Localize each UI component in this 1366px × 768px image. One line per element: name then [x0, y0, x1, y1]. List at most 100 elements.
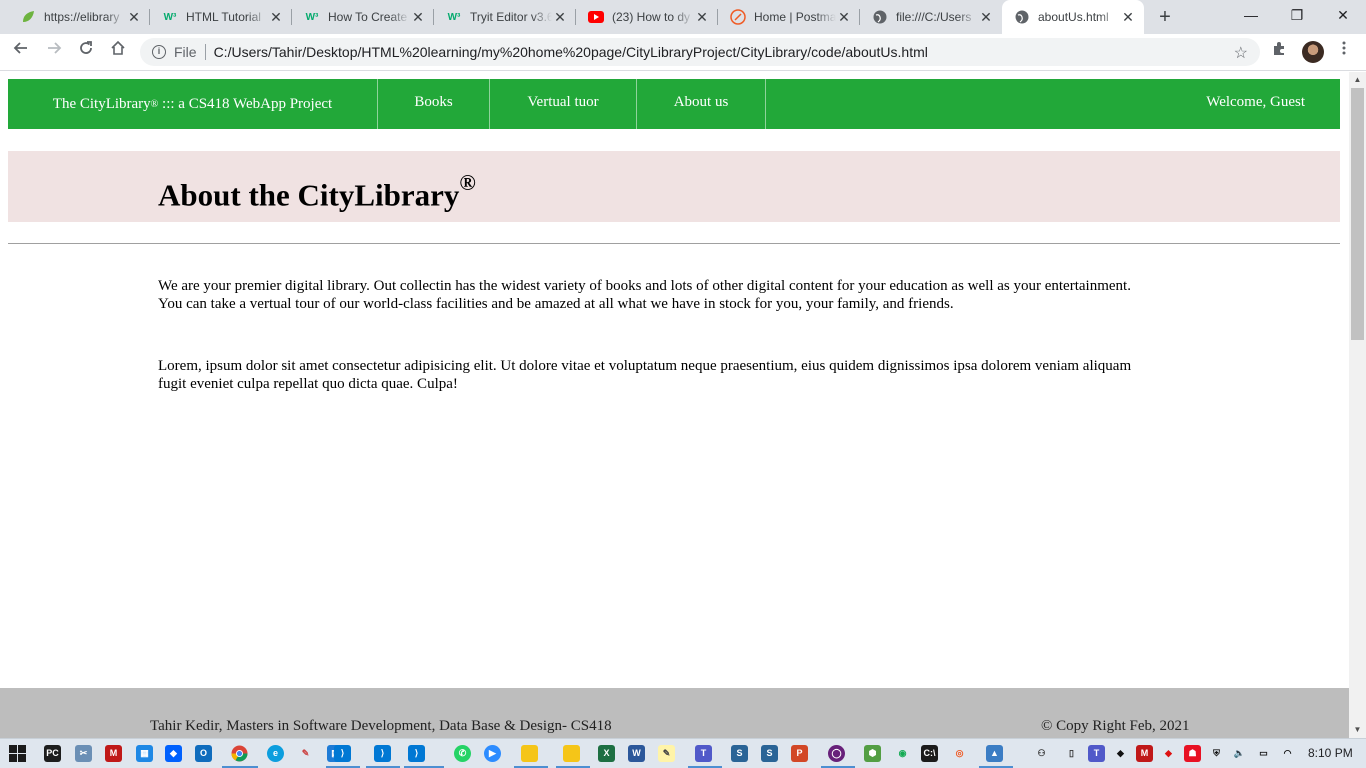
ssms-icon[interactable]: S [761, 745, 778, 762]
folder-icon[interactable] [563, 745, 580, 762]
teams-icon[interactable]: T [695, 745, 712, 762]
diamond-tray-icon[interactable]: ◆ [1160, 745, 1177, 762]
divider [8, 243, 1340, 244]
folder-icon[interactable] [521, 745, 538, 762]
close-tab-icon[interactable]: ✕ [268, 9, 284, 25]
site-brand[interactable]: The CityLibrary ® ::: a CS418 WebApp Proj… [8, 79, 378, 129]
browser-tab-strip: https://elibrary ✕ W³ HTML Tutorial ✕ W³… [0, 0, 1366, 34]
ssms-icon[interactable]: S [731, 745, 748, 762]
file-icon[interactable]: ▯ [1063, 745, 1080, 762]
page-scrollbar[interactable]: ▲ ▼ [1349, 72, 1366, 738]
wifi-icon[interactable]: ◠ [1279, 745, 1296, 762]
dropbox-icon[interactable]: ◆ [165, 745, 182, 762]
powerpoint-icon[interactable]: P [791, 745, 808, 762]
chrome-icon[interactable] [231, 745, 248, 762]
people-icon[interactable]: ⚇ [1033, 745, 1050, 762]
browser-tab[interactable]: W³ How To Create ✕ [292, 0, 434, 34]
w3schools-icon: W³ [305, 11, 319, 23]
extensions-icon[interactable] [1267, 40, 1291, 64]
restore-button[interactable]: ❐ [1274, 0, 1320, 32]
nav-link-about-us[interactable]: About us [637, 79, 766, 129]
nodejs-icon[interactable]: ⬢ [864, 745, 881, 762]
scrollbar-thumb[interactable] [1351, 88, 1364, 340]
bookmark-star-icon[interactable]: ☆ [1234, 43, 1248, 63]
close-tab-icon[interactable]: ✕ [552, 9, 568, 25]
new-tab-button[interactable]: + [1154, 6, 1176, 28]
close-tab-icon[interactable]: ✕ [978, 9, 994, 25]
volume-icon[interactable]: 🔈 [1231, 745, 1248, 762]
outlook-icon[interactable]: O [195, 745, 212, 762]
zoom-icon[interactable]: ▶ [484, 745, 501, 762]
pycharm-icon[interactable]: PC [44, 745, 61, 762]
close-tab-icon[interactable]: ✕ [126, 9, 142, 25]
snipping-tool-icon[interactable]: ✂ [75, 745, 92, 762]
excel-icon[interactable]: X [598, 745, 615, 762]
browser-toolbar: i File C:/Users/Tahir/Desktop/HTML%20lea… [0, 34, 1366, 71]
about-paragraph: We are your premier digital library. Out… [158, 278, 1131, 312]
footer-author: Tahir Kedir, Masters in Software Develop… [150, 718, 612, 734]
browser-tab-active[interactable]: aboutUs.html ✕ [1002, 0, 1144, 34]
browser-tab[interactable]: (23) How to dy ✕ [576, 0, 718, 34]
browser-tab[interactable]: W³ HTML Tutorial ✕ [150, 0, 292, 34]
brand-suffix: ::: a CS418 WebApp Project [158, 95, 333, 112]
teams-tray-icon[interactable]: T [1088, 745, 1105, 762]
welcome-message: Welcome, Guest [1206, 94, 1305, 110]
scroll-up-arrow-icon[interactable]: ▲ [1349, 72, 1366, 88]
vscode-icon[interactable]: ⟩ [408, 745, 425, 762]
nav-link-virtual-tour[interactable]: Vertual tuor [490, 79, 637, 129]
command-prompt-icon[interactable]: C:\ [921, 745, 938, 762]
vscode-icon[interactable]: ⟩ [374, 745, 391, 762]
postman-icon[interactable]: ◎ [951, 745, 968, 762]
mongodb-icon[interactable]: ◉ [894, 745, 911, 762]
scheme-label: File [174, 44, 197, 60]
edge-icon[interactable]: e [267, 745, 284, 762]
vscode-icon[interactable]: ⟩ [334, 745, 351, 762]
page-title: About the CityLibrary® [158, 170, 476, 213]
footer-copyright: © Copy Right Feb, 2021 [1041, 718, 1190, 734]
browser-tab[interactable]: W³ Tryit Editor v3.6 ✕ [434, 0, 576, 34]
forward-icon[interactable] [42, 40, 66, 64]
taskbar-clock[interactable]: 8:10 PM [1308, 746, 1353, 760]
minimize-button[interactable]: — [1228, 0, 1274, 32]
close-tab-icon[interactable]: ✕ [694, 9, 710, 25]
url-text[interactable]: C:/Users/Tahir/Desktop/HTML%20learning/m… [214, 44, 928, 60]
menu-kebab-icon[interactable] [1332, 40, 1356, 64]
users-tray-icon[interactable]: ☗ [1184, 745, 1201, 762]
mcafee-tray-icon[interactable]: M [1136, 745, 1153, 762]
scroll-down-arrow-icon[interactable]: ▼ [1349, 722, 1366, 738]
browser-tab[interactable]: file:///C:/Users ✕ [860, 0, 1002, 34]
word-icon[interactable]: W [628, 745, 645, 762]
back-icon[interactable] [9, 40, 33, 64]
sticky-notes-icon[interactable]: ✎ [658, 745, 675, 762]
leaf-icon [20, 9, 36, 25]
close-tab-icon[interactable]: ✕ [410, 9, 426, 25]
visual-studio-icon[interactable]: ◯ [828, 745, 845, 762]
page-viewport: The CityLibrary ® ::: a CS418 WebApp Proj… [0, 72, 1349, 738]
photos-icon[interactable]: ▲ [986, 745, 1003, 762]
close-window-button[interactable]: ✕ [1320, 0, 1366, 32]
whatsapp-icon[interactable]: ✆ [454, 745, 471, 762]
paint-icon[interactable]: ✎ [297, 745, 314, 762]
browser-tab[interactable]: https://elibrary ✕ [8, 0, 150, 34]
close-tab-icon[interactable]: ✕ [836, 9, 852, 25]
profile-avatar[interactable] [1302, 41, 1324, 63]
youtube-icon [588, 9, 604, 25]
shield-tray-icon[interactable]: ⛨ [1208, 745, 1225, 762]
postman-icon [730, 9, 746, 25]
battery-icon[interactable]: ▭ [1255, 745, 1272, 762]
mcafee-icon[interactable]: M [105, 745, 122, 762]
info-icon[interactable]: i [152, 45, 166, 59]
lorem-paragraph: Lorem, ipsum dolor sit amet consectetur … [158, 358, 1132, 392]
home-icon[interactable] [106, 40, 130, 64]
dropbox-tray-icon[interactable]: ◆ [1112, 745, 1129, 762]
site-footer: Tahir Kedir, Masters in Software Develop… [0, 688, 1349, 738]
address-bar[interactable]: i File C:/Users/Tahir/Desktop/HTML%20lea… [140, 38, 1260, 66]
globe-icon [872, 9, 888, 25]
windows-start-icon[interactable] [9, 745, 26, 762]
nav-link-books[interactable]: Books [378, 79, 490, 129]
calendar-icon[interactable]: ▦ [136, 745, 153, 762]
reload-icon[interactable] [74, 40, 98, 64]
site-navbar: The CityLibrary ® ::: a CS418 WebApp Proj… [8, 79, 1340, 129]
browser-tab[interactable]: Home | Postman ✕ [718, 0, 860, 34]
close-tab-icon[interactable]: ✕ [1120, 9, 1136, 25]
